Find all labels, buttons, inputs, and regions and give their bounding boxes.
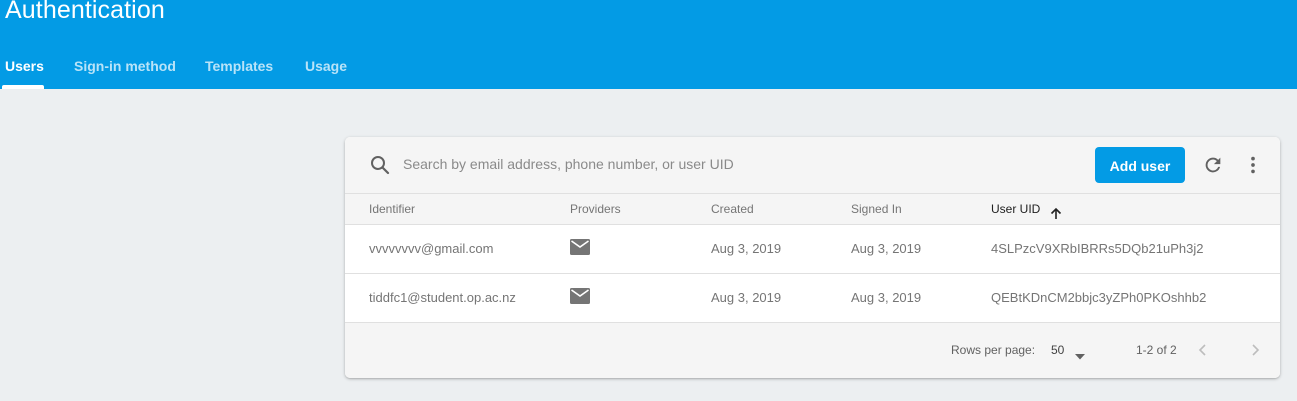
users-card: Add user Identifier Providers Created Si… bbox=[345, 137, 1280, 378]
refresh-icon[interactable] bbox=[1202, 154, 1224, 176]
column-user-uid-label: User UID bbox=[991, 202, 1041, 216]
tab-templates[interactable]: Templates bbox=[205, 50, 273, 89]
cell-signed-in: Aug 3, 2019 bbox=[851, 241, 922, 256]
app-header: Authentication Users Sign-in method Temp… bbox=[0, 0, 1297, 89]
column-created[interactable]: Created bbox=[711, 194, 754, 224]
tab-sign-in-method[interactable]: Sign-in method bbox=[74, 50, 176, 89]
table-header: Identifier Providers Created Signed In U… bbox=[345, 194, 1280, 225]
table-row[interactable]: tiddfc1@student.op.ac.nz Aug 3, 2019 Aug… bbox=[345, 274, 1280, 323]
cell-created: Aug 3, 2019 bbox=[711, 290, 782, 305]
arrow-up-icon bbox=[1049, 202, 1063, 219]
users-toolbar: Add user bbox=[345, 137, 1280, 194]
tab-users[interactable]: Users bbox=[5, 50, 44, 89]
search-icon bbox=[370, 155, 390, 175]
column-providers[interactable]: Providers bbox=[570, 194, 621, 224]
cell-signed-in: Aug 3, 2019 bbox=[851, 290, 922, 305]
rows-per-page-value: 50 bbox=[1051, 343, 1065, 357]
cell-identifier: vvvvvvvv@gmail.com bbox=[369, 241, 494, 256]
table-row[interactable]: vvvvvvvv@gmail.com Aug 3, 2019 Aug 3, 20… bbox=[345, 225, 1280, 274]
cell-user-uid: QEBtKDnCM2bbjc3yZPh0PKOshhb2 bbox=[991, 290, 1207, 305]
cell-created: Aug 3, 2019 bbox=[711, 241, 782, 256]
add-user-button[interactable]: Add user bbox=[1095, 147, 1185, 183]
active-tab-indicator bbox=[2, 85, 44, 89]
pagination-range: 1-2 of 2 bbox=[1136, 343, 1177, 357]
rows-per-page-label: Rows per page: bbox=[951, 343, 1036, 357]
dropdown-arrow-icon bbox=[1075, 347, 1085, 360]
page-title: Authentication bbox=[5, 0, 165, 24]
chevron-left-icon[interactable] bbox=[1195, 342, 1211, 358]
email-icon bbox=[570, 288, 590, 304]
column-identifier[interactable]: Identifier bbox=[369, 194, 415, 224]
more-vert-icon[interactable] bbox=[1242, 154, 1264, 176]
tab-usage[interactable]: Usage bbox=[305, 50, 347, 89]
search-input[interactable] bbox=[403, 151, 1003, 177]
column-signed-in[interactable]: Signed In bbox=[851, 194, 902, 224]
cell-identifier: tiddfc1@student.op.ac.nz bbox=[369, 290, 516, 305]
cell-user-uid: 4SLPzcV9XRbIBRRs5DQb21uPh3j2 bbox=[991, 241, 1204, 256]
chevron-right-icon[interactable] bbox=[1247, 342, 1263, 358]
email-icon bbox=[570, 239, 590, 255]
pagination-footer: Rows per page: 50 1-2 of 2 bbox=[345, 323, 1280, 378]
column-user-uid[interactable]: User UID bbox=[991, 194, 1071, 224]
